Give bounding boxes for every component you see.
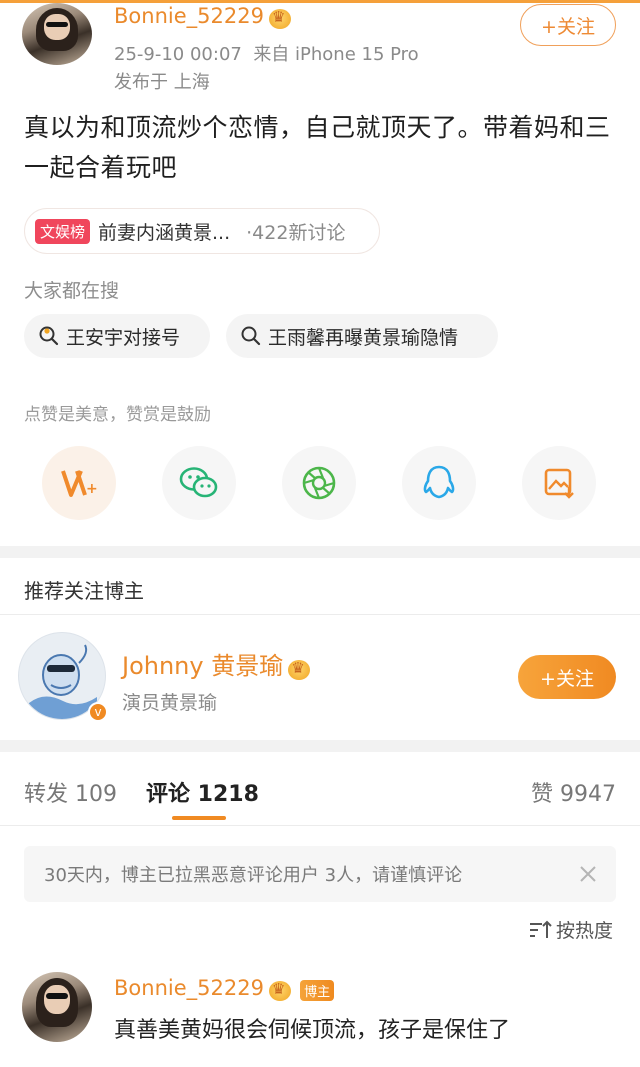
share-wechat-button[interactable] [162,446,236,520]
recommend-name-row: Johnny 黄景瑜 [122,646,311,681]
tab-active-indicator [172,816,226,820]
topic-title: 前妻内涵黄景... [98,221,231,244]
weibo-reward-icon: + [61,470,98,497]
share-moments-button[interactable] [282,446,356,520]
topic-tag: 文娱榜 [35,218,91,244]
notice-text: 30天内，博主已拉黑恶意评论用户 3人，请谨慎评论 [44,865,463,886]
save-image-button[interactable] [522,446,596,520]
search-chip-label: 王雨馨再曝黄景瑜隐情 [268,326,459,349]
sort-label: 按热度 [556,920,614,942]
save-image-icon [544,468,574,499]
divider-line [0,614,640,615]
search-chip-1[interactable]: 王安宇对接号 [24,314,210,358]
post-source: 来自 iPhone 15 Pro [253,44,419,65]
post-timestamp: 25-9-10 00:07 [114,44,242,65]
topic-pill[interactable]: 文娱榜 前妻内涵黄景... ·422新讨论 [24,208,380,254]
comment-avatar[interactable] [22,972,92,1042]
close-icon [580,866,596,882]
host-badge: 博主 [300,980,335,1001]
qq-icon [423,465,455,499]
vip-crown-icon [288,659,311,680]
search-chip-2[interactable]: 王雨馨再曝黄景瑜隐情 [226,314,498,358]
comment-author-row: Bonnie_52229 博主 [114,976,335,1001]
close-notice-button[interactable] [574,860,602,888]
divider-line [0,825,640,826]
author-avatar[interactable] [22,3,92,65]
comment-author[interactable]: Bonnie_52229 [114,976,264,1000]
searches-label: 大家都在搜 [24,280,120,302]
recommend-follow-button[interactable]: +关注 [518,655,616,699]
post-meta: 25-9-10 00:07 来自 iPhone 15 Pro [114,40,419,66]
wechat-icon [179,467,218,498]
post-location: 发布于 上海 [114,72,210,93]
top-accent-line [0,0,640,3]
tab-comments[interactable]: 评论 1218 [146,776,259,808]
section-divider [0,546,640,558]
hot-search-icon [39,326,59,346]
author-name[interactable]: Bonnie_52229 [114,4,264,28]
reward-label: 点赞是美意，赞赏是鼓励 [24,405,211,425]
recommend-desc: 演员黄景瑜 [122,692,218,714]
author-row: Bonnie_52229 [114,4,292,29]
recommend-name[interactable]: Johnny 黄景瑜 [122,652,283,680]
share-qq-button[interactable] [402,446,476,520]
recommend-title: 推荐关注博主 [24,579,144,603]
verified-badge-icon: v [88,702,108,722]
moments-icon [302,466,336,500]
post-text: 真以为和顶流炒个恋情，自己就顶天了。带着妈和三一起合着玩吧 [24,113,611,182]
reward-button[interactable]: + [42,446,116,520]
sort-icon [530,920,552,938]
follow-button[interactable]: +关注 [520,4,616,46]
comment-text: 真善美黄妈很会伺候顶流，孩子是保住了 [114,1018,511,1043]
vip-crown-icon [269,980,292,1001]
topic-count: ·422新讨论 [246,221,346,244]
svg-text:+: + [86,481,98,497]
sort-button[interactable]: 按热度 [528,916,613,943]
tab-repost[interactable]: 转发 109 [24,776,117,808]
vip-crown-icon [269,8,292,29]
tab-likes[interactable]: 赞 9947 [531,776,616,808]
block-notice: 30天内，博主已拉黑恶意评论用户 3人，请谨慎评论 [24,846,616,902]
search-icon [241,326,261,346]
search-chip-label: 王安宇对接号 [66,326,181,349]
section-divider [0,740,640,752]
